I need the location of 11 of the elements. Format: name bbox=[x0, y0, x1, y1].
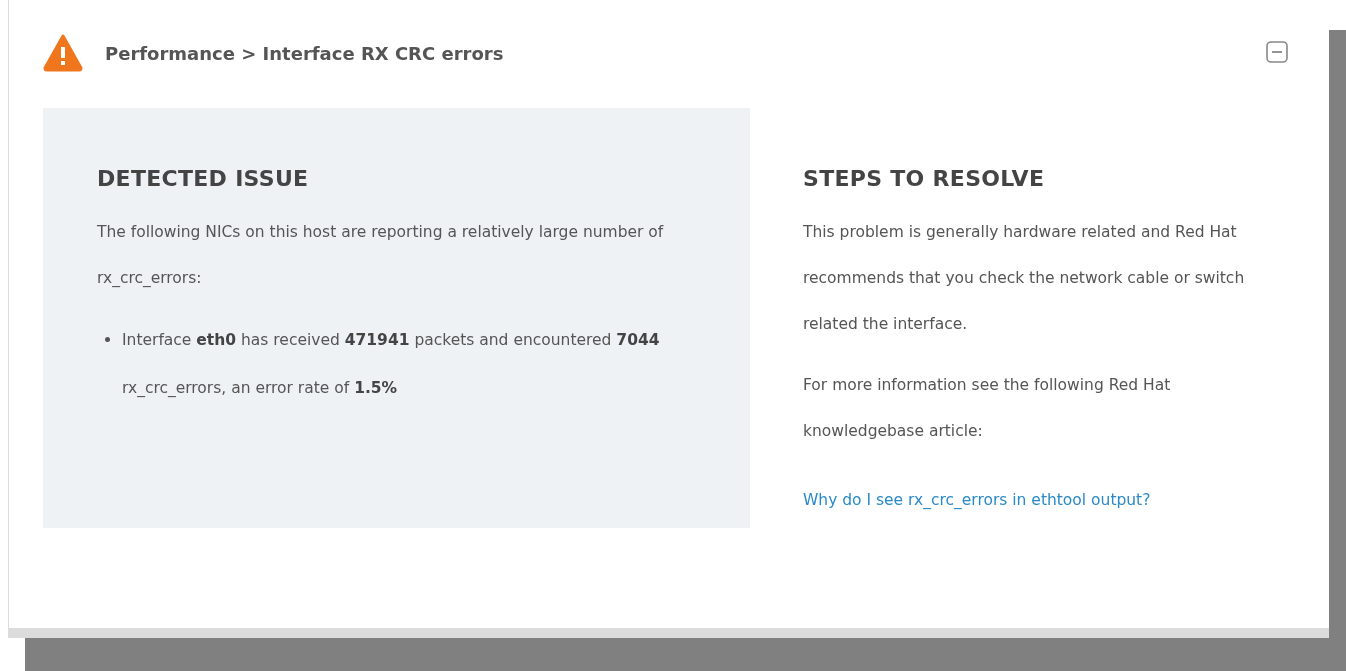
issue-description: The following NICs on this host are reporting a relatively large number of rx_crc_errors: bbox=[97, 222, 665, 289]
bullet-icon bbox=[105, 337, 110, 342]
card-title: Performance > Interface RX CRC errors bbox=[105, 42, 504, 64]
resolution-text: For more information see the following Red Hat knowledgebase article: bbox=[803, 375, 1172, 442]
resolution-text: This problem is generally hardware related and Red Hat recommends that you check the network cable or switch related the interface. bbox=[803, 222, 1246, 335]
knowledgebase-link[interactable]: Why do I see rx_crc_errors in ethtool output? bbox=[803, 477, 1151, 523]
section-heading: DETECTED ISSUE bbox=[97, 166, 310, 191]
warning-icon bbox=[43, 34, 83, 72]
issue-item: Interface eth0 has received 471941 packets and encountered 7044 rx_crc_errors, an error rate of 1.5% bbox=[122, 330, 661, 399]
collapse-button[interactable] bbox=[1265, 40, 1289, 64]
section-heading: STEPS TO RESOLVE bbox=[803, 166, 1046, 191]
